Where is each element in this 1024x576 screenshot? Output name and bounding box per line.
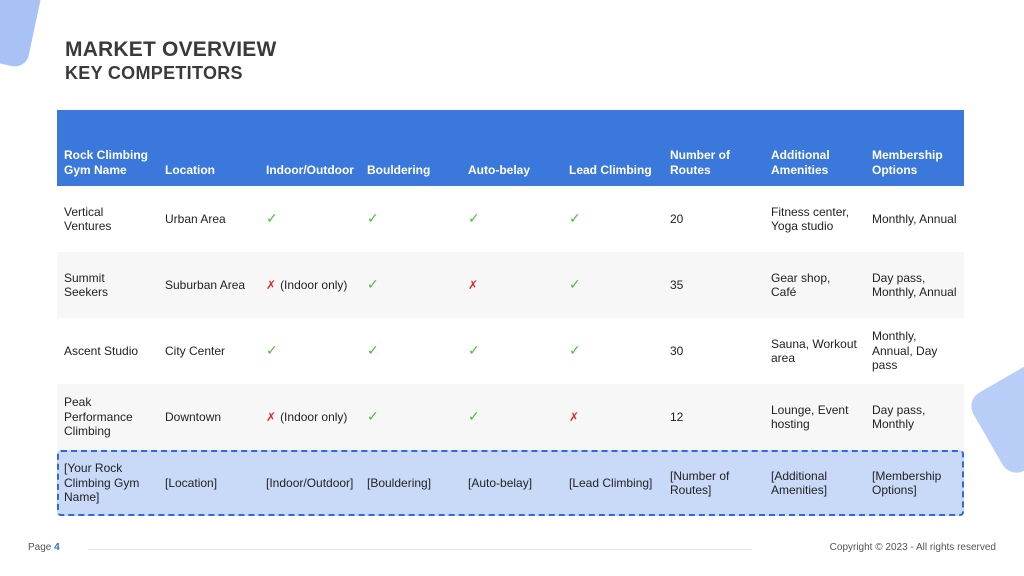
checkmark-icon: ✓ bbox=[367, 276, 379, 293]
gym-name-cell: Ascent Studio bbox=[64, 343, 139, 358]
amenities-cell: Lounge, Event hosting bbox=[771, 402, 849, 432]
placeholder-membership-options: [Membership Options] bbox=[872, 468, 942, 498]
amenities-cell: Sauna, Workout area bbox=[771, 336, 857, 366]
availability-note: (Indoor only) bbox=[280, 277, 348, 292]
checkmark-icon: ✓ bbox=[468, 408, 480, 425]
availability-note: (Indoor only) bbox=[280, 409, 348, 424]
placeholder-additional-amenities: [Additional Amenities] bbox=[771, 468, 828, 498]
header-indoor-outdoor: Indoor/Outdoor bbox=[266, 162, 354, 177]
checkmark-icon: ✓ bbox=[569, 210, 581, 227]
checkmark-icon: ✓ bbox=[468, 342, 480, 359]
cross-icon: ✗ bbox=[266, 277, 277, 292]
membership-cell: Day pass, Monthly, Annual bbox=[872, 270, 957, 300]
table-row: Ascent Studio City Center ✓ ✓ ✓ ✓ 30 Sauna, Wor… bbox=[57, 318, 964, 384]
lead-climbing-cell: ✓ bbox=[562, 277, 663, 293]
routes-cell: 20 bbox=[670, 211, 684, 226]
placeholder-bouldering: [Bouldering] bbox=[367, 475, 432, 490]
page-number: 4 bbox=[54, 542, 60, 553]
bouldering-cell: ✓ bbox=[360, 277, 461, 293]
header-gym-name: Rock Climbing Gym Name bbox=[64, 148, 149, 177]
routes-cell: 35 bbox=[670, 277, 684, 292]
checkmark-icon: ✓ bbox=[367, 342, 379, 359]
gym-name-cell: Peak Performance Climbing bbox=[64, 395, 133, 439]
location-cell: Suburban Area bbox=[165, 277, 246, 292]
bouldering-cell: ✓ bbox=[360, 211, 461, 227]
checkmark-icon: ✓ bbox=[266, 342, 278, 359]
placeholder-number-of-routes: [Number of Routes] bbox=[670, 468, 730, 498]
table-row: Vertical Ventures Urban Area ✓ ✓ ✓ ✓ 20 Fitness… bbox=[57, 186, 964, 252]
auto-belay-cell: ✓ bbox=[461, 409, 562, 425]
membership-cell: Day pass, Monthly bbox=[872, 402, 926, 432]
membership-cell: Monthly, Annual bbox=[872, 211, 957, 226]
auto-belay-cell: ✗ bbox=[461, 278, 562, 293]
checkmark-icon: ✓ bbox=[468, 210, 480, 227]
checkmark-icon: ✓ bbox=[266, 210, 278, 227]
membership-cell: Monthly, Annual, Day pass bbox=[872, 329, 938, 373]
lead-climbing-cell: ✗ bbox=[562, 410, 663, 425]
cross-icon: ✗ bbox=[569, 409, 580, 424]
placeholder-gym-name: [Your Rock Climbing Gym Name] bbox=[64, 461, 140, 505]
slide-title: MARKET OVERVIEW bbox=[65, 38, 277, 61]
decorative-shape-bottom-right bbox=[965, 355, 1024, 479]
table-header-row: Rock Climbing Gym Name Location Indoor/O… bbox=[57, 110, 964, 186]
header-membership-options: Membership Options bbox=[872, 148, 943, 177]
checkmark-icon: ✓ bbox=[569, 342, 581, 359]
copyright-text: Copyright © 2023 - All rights reserved bbox=[829, 542, 996, 553]
checkmark-icon: ✓ bbox=[367, 408, 379, 425]
placeholder-indoor-outdoor: [Indoor/Outdoor] bbox=[266, 475, 354, 490]
footer-divider bbox=[88, 549, 752, 550]
header-lead-climbing: Lead Climbing bbox=[569, 162, 652, 177]
indoor-outdoor-cell: ✓ bbox=[259, 343, 360, 359]
location-cell: Urban Area bbox=[165, 211, 226, 226]
routes-cell: 30 bbox=[670, 343, 684, 358]
amenities-cell: Fitness center, Yoga studio bbox=[771, 204, 850, 234]
location-cell: City Center bbox=[165, 343, 226, 358]
gym-name-cell: Vertical Ventures bbox=[64, 204, 112, 234]
bouldering-cell: ✓ bbox=[360, 343, 461, 359]
cross-icon: ✗ bbox=[266, 409, 277, 424]
table-row: Summit Seekers Suburban Area ✗ (Indoor only… bbox=[57, 252, 964, 318]
auto-belay-cell: ✓ bbox=[461, 343, 562, 359]
routes-cell: 12 bbox=[670, 409, 684, 424]
placeholder-auto-belay: [Auto-belay] bbox=[468, 475, 533, 490]
header-bouldering: Bouldering bbox=[367, 162, 431, 177]
checkmark-icon: ✓ bbox=[367, 210, 379, 227]
header-auto-belay: Auto-belay bbox=[468, 162, 531, 177]
lead-climbing-cell: ✓ bbox=[562, 343, 663, 359]
indoor-outdoor-cell: ✗ (Indoor only) bbox=[259, 410, 360, 425]
placeholder-lead-climbing: [Lead Climbing] bbox=[569, 475, 653, 490]
gym-name-cell: Summit Seekers bbox=[64, 270, 109, 300]
bouldering-cell: ✓ bbox=[360, 409, 461, 425]
header-number-of-routes: Number of Routes bbox=[670, 148, 730, 177]
location-cell: Downtown bbox=[165, 409, 222, 424]
page-indicator: Page 4 bbox=[28, 542, 60, 553]
page-label: Page bbox=[28, 542, 52, 553]
competitors-table: Rock Climbing Gym Name Location Indoor/O… bbox=[57, 110, 964, 516]
auto-belay-cell: ✓ bbox=[461, 211, 562, 227]
cross-icon: ✗ bbox=[468, 277, 479, 292]
placeholder-location: [Location] bbox=[165, 475, 218, 490]
placeholder-row: [Your Rock Climbing Gym Name] [Location]… bbox=[57, 450, 964, 516]
table-row: Peak Performance Climbing Downtown ✗ (Indoo… bbox=[57, 384, 964, 450]
header-location: Location bbox=[165, 162, 215, 177]
slide-subtitle: KEY COMPETITORS bbox=[65, 63, 243, 83]
lead-climbing-cell: ✓ bbox=[562, 211, 663, 227]
amenities-cell: Gear shop, Café bbox=[771, 270, 831, 300]
indoor-outdoor-cell: ✗ (Indoor only) bbox=[259, 278, 360, 293]
decorative-shape-top-left bbox=[0, 0, 45, 70]
header-additional-amenities: Additional Amenities bbox=[771, 148, 830, 177]
indoor-outdoor-cell: ✓ bbox=[259, 211, 360, 227]
checkmark-icon: ✓ bbox=[569, 276, 581, 293]
